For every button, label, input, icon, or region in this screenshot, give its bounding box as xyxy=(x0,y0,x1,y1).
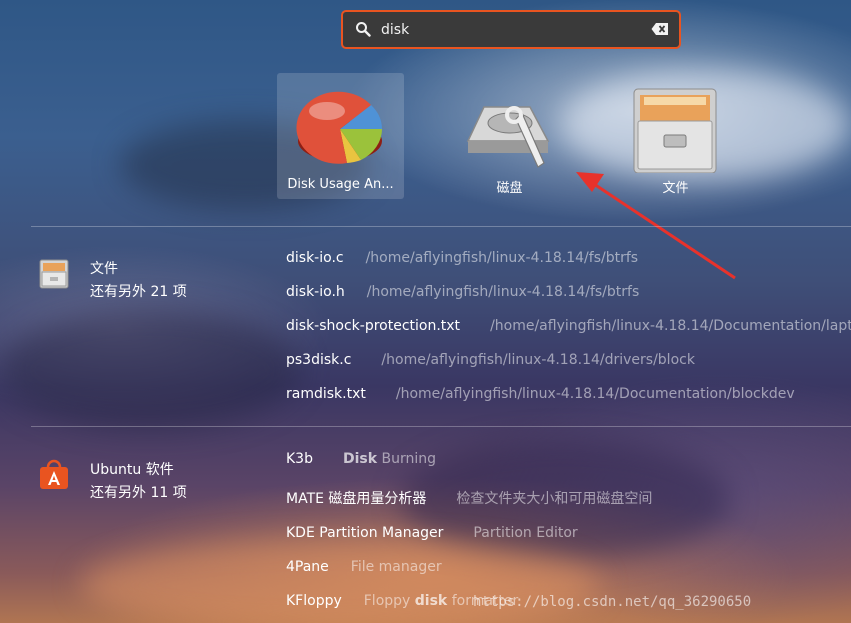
result-name: KFloppy xyxy=(286,593,342,609)
background-cloud xyxy=(0,310,300,430)
result-description: 检查文件夹大小和可用磁盘空间 xyxy=(456,491,653,507)
result-description-match: disk xyxy=(414,593,448,609)
result-description-match: Disk xyxy=(342,451,378,467)
result-description: Partition Editor xyxy=(473,525,578,541)
file-result[interactable]: ramdisk.txt/home/aflyingfish/linux-4.18.… xyxy=(286,386,795,410)
software-result[interactable]: KDE Partition Manager Partition Editor xyxy=(286,525,578,549)
file-result[interactable]: disk-shock-protection.txt/home/aflyingfi… xyxy=(286,318,851,342)
result-path: /home/aflyingfish/linux-4.18.14/drivers/… xyxy=(381,352,695,368)
file-result[interactable]: disk-io.c/home/aflyingfish/linux-4.18.14… xyxy=(286,250,638,274)
result-name: KDE Partition Manager xyxy=(286,525,444,541)
result-description: Disk Burning xyxy=(343,451,436,467)
result-description-rest: Burning xyxy=(377,451,437,467)
result-name: disk-io.c xyxy=(286,250,344,266)
result-name: disk-shock-protection.txt xyxy=(286,318,461,334)
clear-icon[interactable] xyxy=(651,22,669,36)
provider-more-count: 还有另外 11 项 xyxy=(90,485,187,501)
app-tile-label: 磁盘 xyxy=(496,181,523,196)
search-bar[interactable] xyxy=(341,10,681,49)
app-tile-disks[interactable]: 磁盘 xyxy=(446,73,573,199)
result-path: /home/aflyingfish/linux-4.18.14/fs/btrfs xyxy=(365,250,639,266)
app-tile-disk-usage-analyzer[interactable]: Disk Usage An... xyxy=(277,73,404,199)
result-name: ramdisk.txt xyxy=(286,386,366,402)
provider-files[interactable]: 文件 还有另外 21 项 xyxy=(38,258,268,302)
result-path: /home/aflyingfish/linux-4.18.14/Document… xyxy=(395,386,795,402)
disk-usage-pie-icon xyxy=(296,91,382,164)
result-name: MATE 磁盘用量分析器 xyxy=(286,491,427,507)
search-input[interactable] xyxy=(381,19,641,41)
file-cabinet-icon xyxy=(39,259,69,289)
app-tile-label: Disk Usage An... xyxy=(287,177,394,192)
result-path: /home/aflyingfish/linux-4.18.14/fs/btrfs xyxy=(366,284,640,300)
file-result[interactable]: disk-io.h/home/aflyingfish/linux-4.18.14… xyxy=(286,284,639,308)
section-divider xyxy=(31,426,851,427)
software-result[interactable]: MATE 磁盘用量分析器 检查文件夹大小和可用磁盘空间 xyxy=(286,488,652,512)
result-name: ps3disk.c xyxy=(286,352,352,368)
result-description: File manager xyxy=(350,559,442,575)
result-name: K3b xyxy=(286,451,313,467)
provider-more-count: 还有另外 21 项 xyxy=(90,284,187,300)
result-name: 4Pane xyxy=(286,559,329,575)
result-path: /home/aflyingfish/linux-4.18.14/Document… xyxy=(490,318,851,334)
software-result[interactable]: 4Pane File manager xyxy=(286,559,442,583)
provider-ubuntu-software[interactable]: Ubuntu 软件 还有另外 11 项 xyxy=(38,459,268,503)
software-result[interactable]: K3b Disk Burning xyxy=(286,451,436,475)
search-icon xyxy=(356,22,371,37)
result-description-pre: Floppy xyxy=(363,593,415,609)
ubuntu-software-icon xyxy=(40,459,68,489)
provider-name: Ubuntu 软件 xyxy=(90,462,174,478)
result-name: disk-io.h xyxy=(286,284,345,300)
file-result[interactable]: ps3disk.c/home/aflyingfish/linux-4.18.14… xyxy=(286,352,695,376)
watermark: https://blog.csdn.net/qq_36290650 xyxy=(473,594,752,610)
section-divider xyxy=(31,226,851,227)
provider-name: 文件 xyxy=(90,261,118,277)
disk-utility-icon xyxy=(466,106,550,168)
